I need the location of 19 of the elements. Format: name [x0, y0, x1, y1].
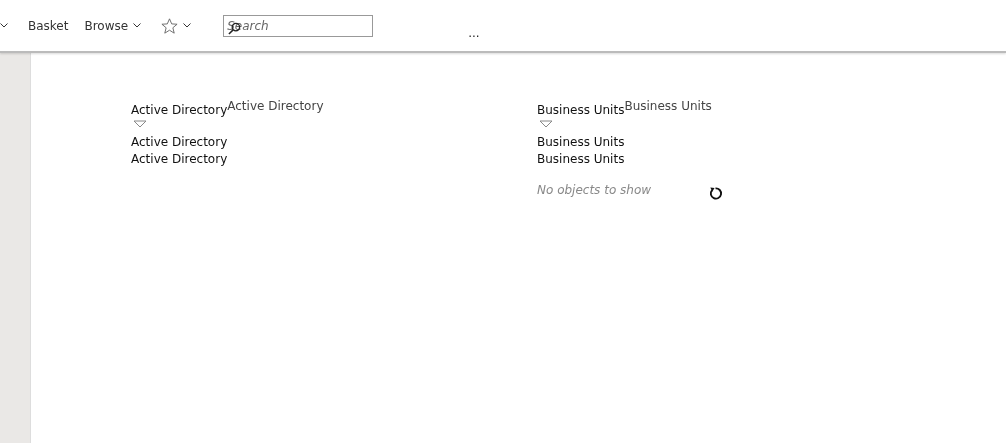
panel-subtitle: Business Units [624, 99, 712, 113]
list-item[interactable]: Active Directory [131, 151, 537, 168]
triangle-down-icon[interactable] [539, 120, 553, 128]
refresh-icon[interactable] [708, 186, 723, 201]
chevron-down-icon [133, 23, 142, 28]
panel-title: Active Directory [131, 103, 228, 117]
triangle-down-icon[interactable] [133, 120, 147, 128]
more-options[interactable]: ... [468, 25, 480, 40]
favorites-menu[interactable] [161, 17, 192, 34]
list-item[interactable]: Business Units [537, 134, 943, 151]
list-item[interactable]: Active Directory [131, 134, 537, 151]
panel-subtitle: Active Directory [227, 99, 324, 113]
chevron-down-icon[interactable] [0, 23, 8, 28]
list-item[interactable]: Business Units [537, 151, 943, 168]
empty-message: No objects to show [537, 182, 652, 197]
chevron-down-icon [183, 23, 192, 28]
browse-menu[interactable]: Browse [84, 18, 142, 33]
basket-link[interactable]: Basket [28, 18, 69, 33]
panel-title: Business Units [537, 103, 625, 117]
